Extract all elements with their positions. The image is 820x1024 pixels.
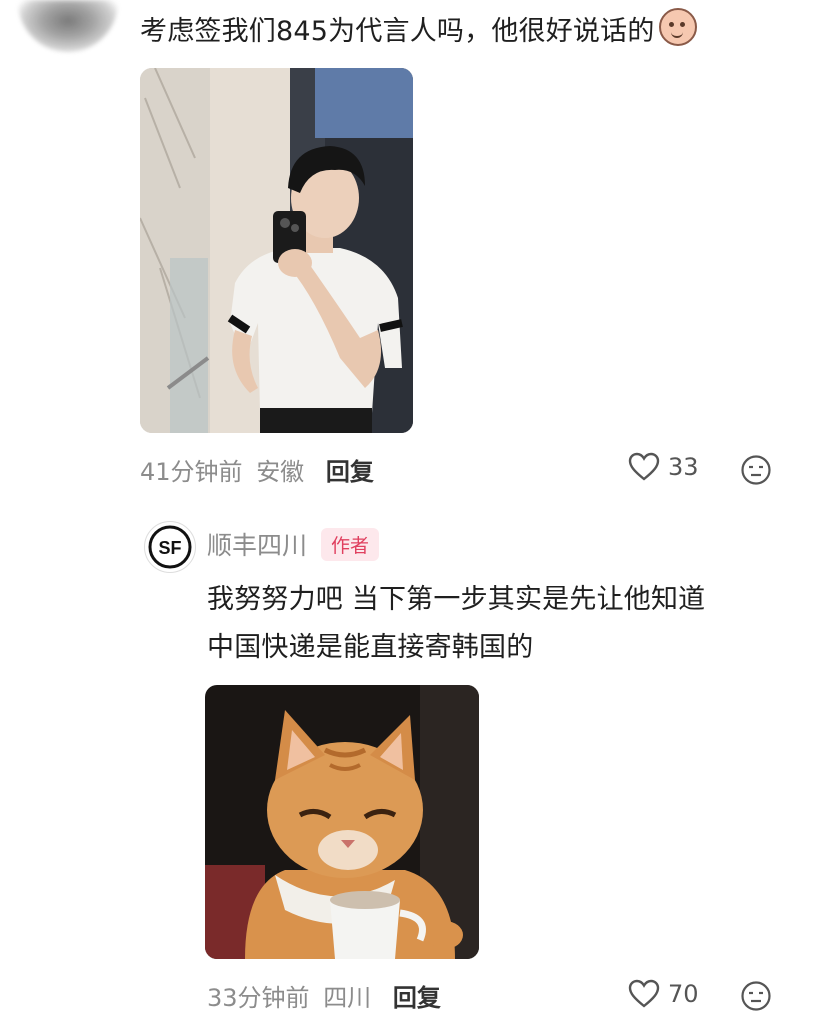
reply-like-button[interactable]: 70 xyxy=(628,979,699,1009)
comment-location: 安徽 xyxy=(256,458,305,486)
reply-button[interactable]: 回复 xyxy=(326,458,374,486)
comment-meta: 41分钟前 安徽 回复 xyxy=(140,452,374,487)
blushing-face-emoji-icon xyxy=(658,8,697,46)
heart-outline-icon xyxy=(628,979,660,1009)
like-button[interactable]: 33 xyxy=(628,452,699,482)
svg-text:SF: SF xyxy=(158,538,181,558)
comment-photo-selfie[interactable] xyxy=(140,68,413,433)
sf-express-avatar[interactable]: SF xyxy=(144,521,196,573)
reply-dislike-face-icon[interactable] xyxy=(740,980,772,1012)
reply-text-line-1: 我努努力吧 当下第一步其实是先让他知道 xyxy=(207,584,706,615)
reply-text: 我努努力吧 当下第一步其实是先让他知道 中国快递是能直接寄韩国的 xyxy=(207,576,705,672)
sf-logo-icon: SF xyxy=(148,525,192,569)
like-count: 33 xyxy=(668,453,699,481)
reply-location: 四川 xyxy=(323,984,372,1012)
selfie-image xyxy=(140,68,413,433)
reply-text-line-2: 中国快递是能直接寄韩国的 xyxy=(207,632,534,663)
cat-image xyxy=(205,685,479,959)
reply-username[interactable]: 顺丰四川 xyxy=(207,526,307,562)
reply-header: 顺丰四川 作者 xyxy=(207,526,380,562)
dislike-face-icon[interactable] xyxy=(740,454,772,486)
reply-like-count: 70 xyxy=(668,980,699,1008)
blurred-avatar xyxy=(18,0,118,52)
comment-text-content: 考虑签我们845为代言人吗，他很好说话的 xyxy=(140,16,655,47)
reply-reply-button[interactable]: 回复 xyxy=(393,984,441,1012)
reply-meta: 33分钟前 四川 回复 xyxy=(207,978,441,1013)
reply-time: 33分钟前 xyxy=(207,984,310,1012)
author-badge: 作者 xyxy=(321,527,380,561)
heart-outline-icon xyxy=(628,452,660,482)
reply-photo-cat[interactable] xyxy=(205,685,479,959)
comment-time: 41分钟前 xyxy=(140,458,243,486)
comment-text: 考虑签我们845为代言人吗，他很好说话的 xyxy=(140,8,697,52)
